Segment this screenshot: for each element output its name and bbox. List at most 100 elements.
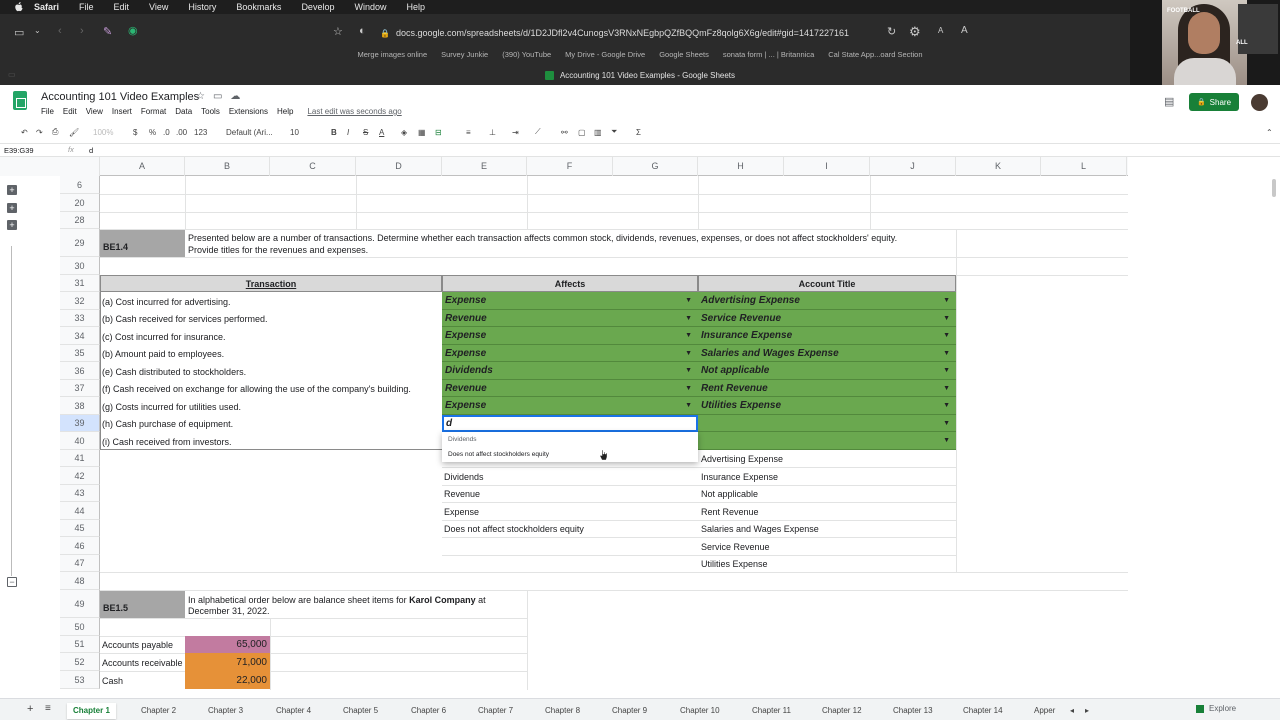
row-header-28[interactable]: 28 — [60, 212, 100, 229]
redo-icon[interactable]: ↷ — [36, 128, 43, 137]
tab-chapter-5[interactable]: Chapter 5 — [343, 703, 378, 719]
dropdown-arrow-icon[interactable]: ▼ — [943, 437, 950, 444]
dropdown-arrow-icon[interactable]: ▼ — [943, 420, 950, 427]
row-header-36[interactable]: 36 — [60, 362, 100, 380]
be14-prompt-line1[interactable]: Presented below are a number of transact… — [188, 232, 954, 244]
row-header-47[interactable]: 47 — [60, 555, 100, 572]
dropdown-arrow-icon[interactable]: ▼ — [685, 385, 692, 392]
balance-item-name[interactable]: Accounts receivable — [102, 654, 185, 671]
transaction-e[interactable]: (e) Cash distributed to stockholders. — [102, 363, 440, 380]
dropdown-arrow-icon[interactable]: ▼ — [943, 297, 950, 304]
dropdown-arrow-icon[interactable]: ▼ — [685, 367, 692, 374]
affects-cell[interactable]: Revenue ▼ — [442, 310, 698, 327]
scroll-tabs-right-icon[interactable]: ▸ — [1085, 703, 1089, 719]
row-header-49[interactable]: 49 — [60, 590, 100, 618]
header-account-title[interactable]: Account Title — [698, 275, 956, 292]
row-header-32[interactable]: 32 — [60, 292, 100, 310]
scroll-tabs-left-icon[interactable]: ◂ — [1070, 703, 1074, 719]
expand-group-icon[interactable]: + — [7, 220, 17, 230]
merge-cells-icon[interactable]: ⊟ — [435, 128, 442, 137]
account-cell[interactable]: Rent Revenue ▼ — [698, 380, 956, 397]
text-larger-button[interactable]: A — [961, 25, 968, 36]
header-affects[interactable]: Affects — [442, 275, 698, 292]
menu-extensions[interactable]: Extensions — [229, 107, 268, 116]
transaction-h[interactable]: (h) Cash purchase of equipment. — [102, 415, 440, 432]
account-cell[interactable]: ▼ — [698, 432, 956, 450]
comment-icon[interactable]: ▢ — [578, 128, 586, 137]
account-list-item[interactable]: Salaries and Wages Expense — [701, 521, 951, 537]
affects-list-item[interactable]: Expense — [444, 503, 694, 520]
favorite-item[interactable]: (390) YouTube — [502, 50, 551, 62]
menu-develop[interactable]: Develop — [301, 2, 334, 12]
chevron-down-icon[interactable]: ⌄ — [34, 26, 41, 35]
balance-item-name[interactable]: Accounts payable — [102, 637, 185, 653]
tab-chapter-7[interactable]: Chapter 7 — [478, 703, 513, 719]
favorite-item[interactable]: Merge images online — [358, 50, 428, 62]
font-select[interactable]: Default (Ari... — [226, 128, 273, 137]
forward-icon[interactable]: › — [80, 25, 84, 37]
row-header-39[interactable]: 39 — [60, 415, 100, 432]
dropdown-arrow-icon[interactable]: ▼ — [943, 385, 950, 392]
transaction-f[interactable]: (f) Cash received on exchange for allowi… — [102, 380, 440, 397]
menu-view[interactable]: View — [86, 107, 103, 116]
menu-insert[interactable]: Insert — [112, 107, 132, 116]
account-cell[interactable]: Utilities Expense ▼ — [698, 397, 956, 415]
account-list-item[interactable]: Service Revenue — [701, 538, 951, 555]
row-header-41[interactable]: 41 — [60, 450, 100, 467]
chart-icon[interactable]: ▥ — [594, 128, 602, 137]
column-header-e[interactable]: E — [442, 157, 527, 176]
row-header-44[interactable]: 44 — [60, 502, 100, 520]
menu-help[interactable]: Help — [277, 107, 293, 116]
expand-group-icon[interactable]: + — [7, 185, 17, 195]
collapse-toolbar-icon[interactable]: ⌃ — [1266, 128, 1273, 137]
last-edit-link[interactable]: Last edit was seconds ago — [307, 107, 401, 116]
affects-cell[interactable]: Expense ▼ — [442, 327, 698, 345]
menu-window[interactable]: Window — [354, 2, 386, 12]
url-bar[interactable]: 🔒 docs.google.com/spreadsheets/d/1D2JDfl… — [380, 25, 900, 41]
menu-file[interactable]: File — [41, 107, 54, 116]
dropdown-arrow-icon[interactable]: ▼ — [685, 297, 692, 304]
tab-chapter-13[interactable]: Chapter 13 — [893, 703, 933, 719]
row-header-40[interactable]: 40 — [60, 432, 100, 450]
collapse-group-icon[interactable]: − — [7, 577, 17, 587]
column-header-j[interactable]: J — [870, 157, 956, 176]
affects-cell[interactable]: Expense ▼ — [442, 292, 698, 310]
percent-button[interactable]: % — [149, 128, 156, 137]
affects-list-item[interactable]: Dividends — [444, 468, 694, 485]
tab-chapter-12[interactable]: Chapter 12 — [822, 703, 862, 719]
affects-cell[interactable]: Revenue ▼ — [442, 380, 698, 397]
row-header-42[interactable]: 42 — [60, 467, 100, 485]
document-title[interactable]: Accounting 101 Video Examples — [41, 91, 199, 103]
sidebar-icon[interactable]: ▭ — [14, 26, 24, 39]
borders-icon[interactable]: ▦ — [418, 128, 426, 137]
account-cell[interactable]: Advertising Expense ▼ — [698, 292, 956, 310]
dropdown-arrow-icon[interactable]: ▼ — [685, 350, 692, 357]
account-cell[interactable]: Service Revenue ▼ — [698, 310, 956, 327]
reload-icon[interactable]: ↻ — [887, 25, 896, 38]
row-header-30[interactable]: 30 — [60, 257, 100, 275]
dropdown-arrow-icon[interactable]: ▼ — [685, 402, 692, 409]
vertical-scrollbar[interactable] — [1272, 179, 1276, 197]
dropdown-arrow-icon[interactable]: ▼ — [943, 350, 950, 357]
favorite-item[interactable]: sonata form | ... | Britannica — [723, 50, 814, 62]
menu-history[interactable]: History — [188, 2, 216, 12]
menu-data[interactable]: Data — [175, 107, 192, 116]
link-icon[interactable]: ⚯ — [561, 128, 568, 137]
menu-format[interactable]: Format — [141, 107, 166, 116]
column-header-k[interactable]: K — [956, 157, 1041, 176]
dropdown-arrow-icon[interactable]: ▼ — [943, 402, 950, 409]
row-header-6[interactable]: 6 — [60, 176, 100, 194]
formula-input[interactable]: d — [89, 146, 93, 155]
avatar[interactable] — [1251, 94, 1268, 111]
row-header-29[interactable]: 29 — [60, 229, 100, 257]
account-list-item[interactable]: Rent Revenue — [701, 503, 951, 520]
bold-button[interactable]: B — [331, 128, 337, 137]
row-header-20[interactable]: 20 — [60, 194, 100, 212]
favorite-item[interactable]: Survey Junkie — [441, 50, 488, 62]
favorite-item[interactable]: Cal State App...oard Section — [828, 50, 922, 62]
dropdown-arrow-icon[interactable]: ▼ — [943, 315, 950, 322]
account-list-item[interactable]: Utilities Expense — [701, 556, 951, 572]
menu-tools[interactable]: Tools — [201, 107, 220, 116]
tab-chapter-14[interactable]: Chapter 14 — [963, 703, 1003, 719]
back-icon[interactable]: ‹ — [58, 25, 62, 37]
